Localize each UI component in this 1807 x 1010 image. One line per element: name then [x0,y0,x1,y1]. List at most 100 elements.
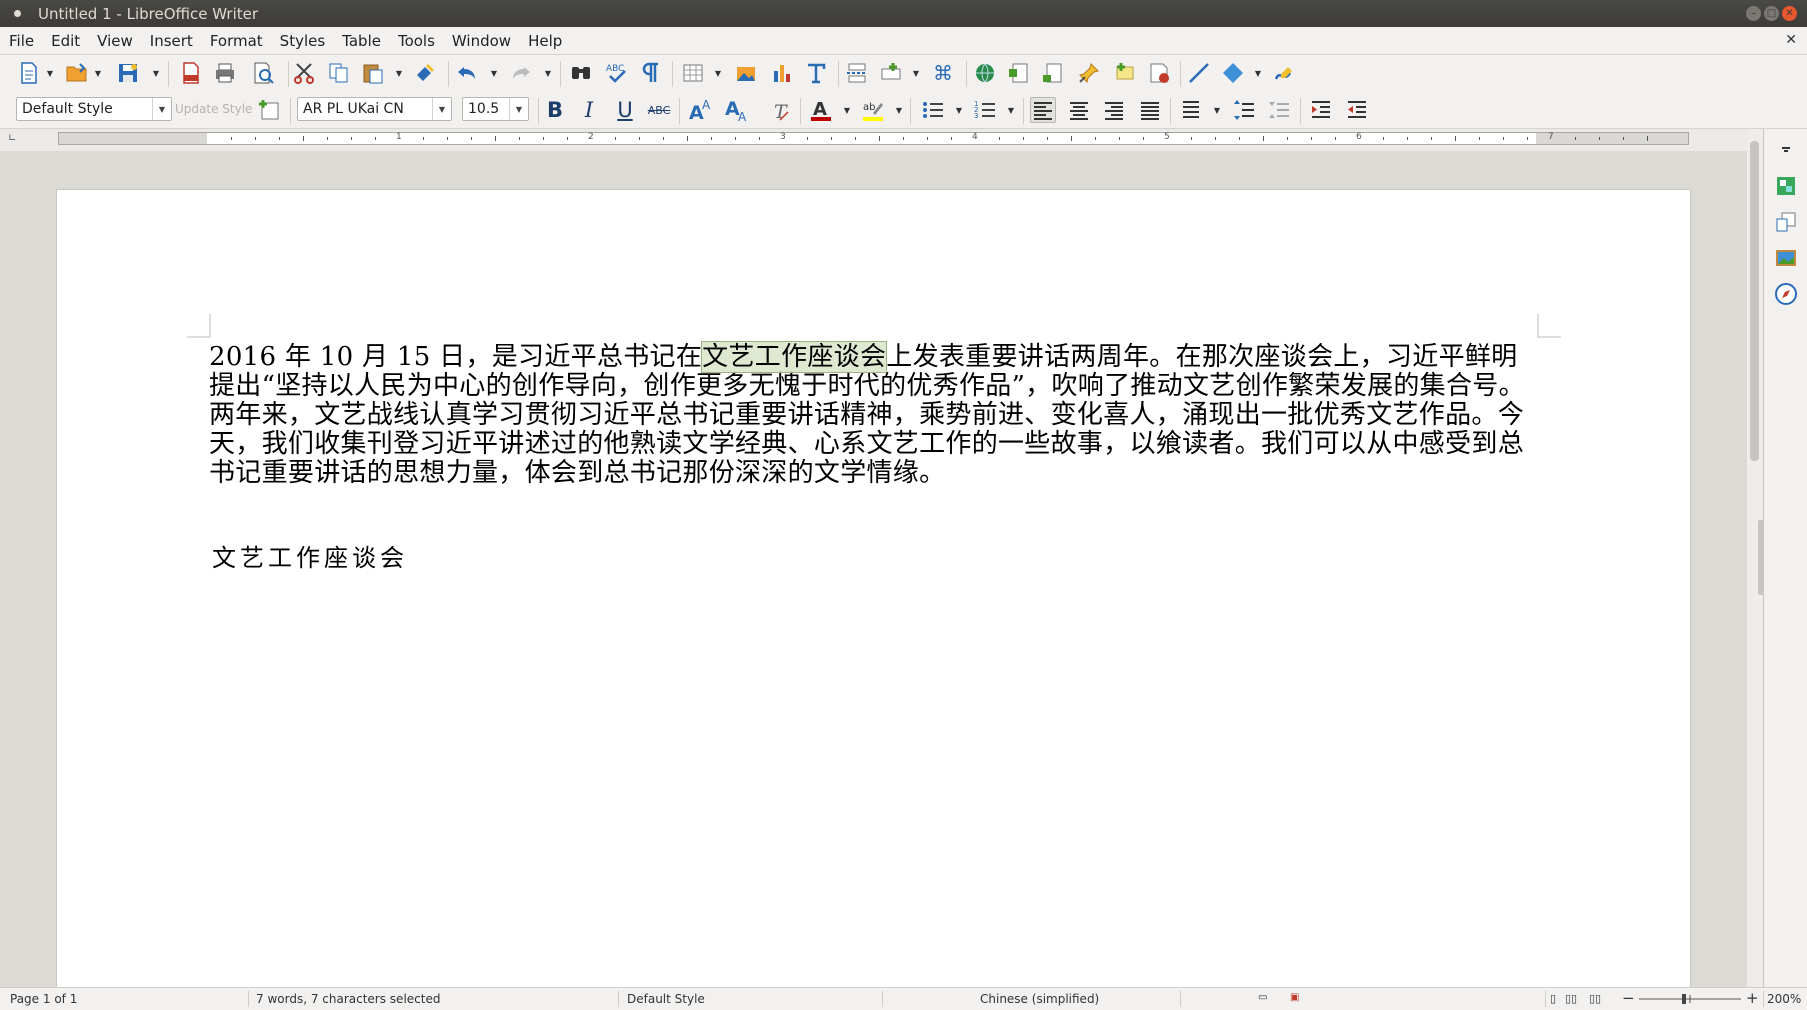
zoom-in-button[interactable]: + [1746,989,1759,1007]
undo-icon[interactable] [454,60,480,86]
chevron-down-icon[interactable]: ▼ [152,98,171,120]
align-center-icon[interactable] [1066,97,1092,123]
cut-icon[interactable] [291,60,317,86]
draw-functions-icon[interactable] [1272,60,1298,86]
open-dropdown-icon[interactable]: ▼ [94,60,102,86]
undo-dropdown-icon[interactable]: ▼ [490,60,498,86]
document-modified-icon[interactable]: ▣ [1290,992,1299,1003]
paste-icon[interactable] [360,60,386,86]
ruler-scale[interactable]: 1 2 3 4 5 6 7 [58,132,1689,145]
menu-styles[interactable]: Styles [271,27,334,50]
body-paragraph[interactable]: 2016 年 10 月 15 日，是习近平总书记在文艺工作座谈会上发表重要讲话两… [209,341,1539,488]
ordered-list-icon[interactable]: 123 [972,97,998,123]
multi-page-view-icon[interactable]: ▯▯ [1565,992,1577,1005]
italic-button[interactable]: I [575,97,603,123]
clone-formatting-icon[interactable] [412,60,438,86]
insert-textbox-icon[interactable] [803,60,829,86]
font-name-select[interactable]: AR PL UKai CN ▼ [297,97,452,121]
menu-tools[interactable]: Tools [389,27,443,50]
insert-mode-icon[interactable]: ▭ [1258,992,1267,1003]
sidebar-menu-icon[interactable] [1773,137,1799,163]
navigator-icon[interactable] [1773,281,1799,307]
close-window-button[interactable]: ✕ [1782,6,1797,21]
line-spacing-dropdown-icon[interactable]: ▼ [1213,97,1221,123]
chevron-down-icon[interactable]: ▼ [432,98,451,120]
clear-formatting-icon[interactable]: T [767,97,793,123]
redo-icon[interactable] [508,60,534,86]
spelling-icon[interactable]: ABC [604,60,630,86]
font-size-select[interactable]: 10.5 ▼ [462,97,529,121]
increase-indent-icon[interactable] [1308,97,1334,123]
maximize-button[interactable]: □ [1764,6,1779,21]
line-spacing-icon[interactable] [1178,97,1204,123]
menu-format[interactable]: Format [201,27,271,50]
save-icon[interactable] [115,60,141,86]
basic-shapes-icon[interactable] [1220,60,1246,86]
selected-text[interactable]: 文艺工作座谈会 [701,341,888,373]
insert-comment-icon[interactable] [1112,60,1138,86]
chevron-down-icon[interactable]: ▼ [509,98,528,120]
language[interactable]: Chinese (simplified) [980,992,1099,1006]
align-left-icon[interactable] [1030,97,1056,123]
redo-dropdown-icon[interactable]: ▼ [544,60,552,86]
close-document-icon[interactable]: ✕ [1785,32,1797,48]
field-dropdown-icon[interactable]: ▼ [912,60,920,86]
insert-footnote-icon[interactable] [1006,60,1032,86]
increase-paragraph-spacing-icon[interactable] [1231,97,1257,123]
decrease-indent-icon[interactable] [1344,97,1370,123]
insert-field-icon[interactable] [878,60,904,86]
unordered-list-dropdown-icon[interactable]: ▼ [955,97,963,123]
properties-icon[interactable] [1773,173,1799,199]
copy-icon[interactable] [326,60,352,86]
minimize-button[interactable]: – [1746,6,1761,21]
styles-icon[interactable] [1773,209,1799,235]
superscript-icon[interactable]: AA [688,97,714,123]
menu-window[interactable]: Window [443,27,519,50]
find-replace-icon[interactable] [568,60,594,86]
formatting-marks-icon[interactable] [638,60,664,86]
single-page-view-icon[interactable]: ▯ [1550,992,1556,1005]
justify-icon[interactable] [1137,97,1163,123]
insert-endnote-icon[interactable] [1040,60,1066,86]
insert-page-break-icon[interactable] [844,60,870,86]
paste-dropdown-icon[interactable]: ▼ [395,60,403,86]
highlight-dropdown-icon[interactable]: ▼ [895,97,903,123]
page-count[interactable]: Page 1 of 1 [10,992,77,1006]
insert-table-icon[interactable] [680,60,706,86]
document-page[interactable]: 2016 年 10 月 15 日，是习近平总书记在文艺工作座谈会上发表重要讲话两… [56,189,1691,987]
strikethrough-button[interactable]: ABC [645,97,673,123]
insert-line-icon[interactable] [1186,60,1212,86]
align-right-icon[interactable] [1101,97,1127,123]
tab-stop-icon[interactable]: ∟ [8,133,16,144]
menu-table[interactable]: Table [333,27,389,50]
open-folder-icon[interactable] [64,60,90,86]
highlight-color-icon[interactable]: ab [860,97,886,123]
menu-edit[interactable]: Edit [42,27,88,50]
decrease-paragraph-spacing-icon[interactable] [1266,97,1292,123]
zoom-slider[interactable] [1637,993,1743,1005]
font-color-icon[interactable]: A [808,97,834,123]
shapes-dropdown-icon[interactable]: ▼ [1254,60,1262,86]
zoom-out-button[interactable]: − [1622,989,1635,1007]
menu-view[interactable]: View [88,27,141,50]
menu-file[interactable]: File [0,27,42,50]
ordered-list-dropdown-icon[interactable]: ▼ [1007,97,1015,123]
unordered-list-icon[interactable] [920,97,946,123]
book-view-icon[interactable]: ▯▯ [1589,992,1601,1005]
section-heading[interactable]: 文艺工作座谈会 [212,538,408,573]
underline-button[interactable]: U [611,97,639,123]
insert-hyperlink-icon[interactable] [972,60,998,86]
new-style-icon[interactable] [256,97,282,123]
export-pdf-icon[interactable] [178,60,204,86]
insert-bookmark-icon[interactable] [1076,60,1102,86]
page-style[interactable]: Default Style [627,992,705,1006]
menu-help[interactable]: Help [519,27,570,50]
zoom-level[interactable]: 200% [1767,992,1801,1006]
insert-image-icon[interactable] [733,60,759,86]
new-dropdown-icon[interactable]: ▼ [46,60,54,86]
table-dropdown-icon[interactable]: ▼ [714,60,722,86]
update-style-button[interactable]: Update Style [175,102,252,116]
gallery-icon[interactable] [1773,245,1799,271]
track-changes-icon[interactable] [1146,60,1172,86]
font-color-dropdown-icon[interactable]: ▼ [843,97,851,123]
